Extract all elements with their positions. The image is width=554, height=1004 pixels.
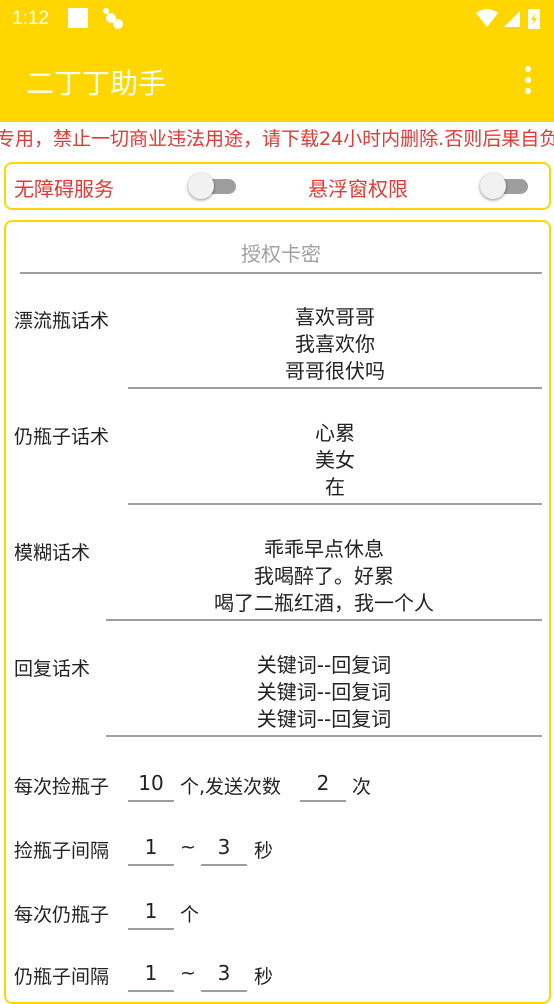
fuzzy-line: 乖乖早点休息 bbox=[264, 537, 384, 561]
pick-interval-unit: 秒 bbox=[254, 840, 274, 862]
more-options-icon[interactable] bbox=[524, 66, 532, 96]
fuzzy-script-label: 模糊话术 bbox=[14, 542, 91, 564]
throw-interval-min-input[interactable]: 1 bbox=[128, 956, 174, 992]
overlay-permission-switch[interactable] bbox=[480, 173, 530, 199]
fuzzy-line: 喝了二瓶红酒，我一个人 bbox=[214, 591, 434, 615]
throw-line: 心累 bbox=[315, 421, 355, 445]
drift-script-input[interactable]: 喜欢哥哥 我喜欢你 哥哥很伏吗 bbox=[128, 304, 542, 389]
throw-each-label: 每次仍瓶子 bbox=[14, 904, 110, 926]
drift-script-label: 漂流瓶话术 bbox=[14, 310, 110, 332]
reply-line: 关键词--回复词 bbox=[256, 707, 392, 731]
pick-interval-max-input[interactable]: 3 bbox=[201, 830, 247, 866]
pick-interval-min-input[interactable]: 1 bbox=[128, 830, 174, 866]
notice-marquee: 专用，禁止一切商业违法用途，请下载24小时内删除.否则后果自负 bbox=[0, 124, 554, 154]
reply-line: 关键词--回复词 bbox=[256, 680, 392, 704]
accessibility-service-switch[interactable] bbox=[188, 173, 238, 199]
send-times-unit: 次 bbox=[352, 776, 372, 798]
drift-line: 我喜欢你 bbox=[295, 332, 375, 356]
pick-count-input[interactable]: 10 bbox=[128, 766, 174, 802]
drift-line: 哥哥很伏吗 bbox=[285, 359, 385, 383]
reply-script-label: 回复话术 bbox=[14, 658, 91, 680]
app-title: 二丁丁助手 bbox=[26, 67, 167, 100]
status-bar: 1:12 bbox=[0, 0, 554, 40]
accessibility-service-label: 无障碍服务 bbox=[14, 177, 114, 201]
throw-script-label: 仍瓶子话术 bbox=[14, 426, 110, 448]
fuzzy-script-input[interactable]: 乖乖早点休息 我喝醉了。好累 喝了二瓶红酒，我一个人 bbox=[106, 536, 542, 621]
pick-count-unit: 个,发送次数 bbox=[180, 776, 282, 798]
throw-interval-separator: ~ bbox=[180, 962, 196, 984]
notice-text: 专用，禁止一切商业违法用途，请下载24小时内删除.否则后果自负 bbox=[0, 128, 554, 150]
system-status-icons bbox=[476, 9, 540, 29]
throw-script-input[interactable]: 心累 美女 在 bbox=[128, 420, 542, 505]
fuzzy-line: 我喝醉了。好累 bbox=[254, 564, 394, 588]
drift-line: 喜欢哥哥 bbox=[295, 305, 375, 329]
throw-each-unit: 个 bbox=[180, 904, 200, 926]
overlay-permission-label: 悬浮窗权限 bbox=[308, 177, 408, 201]
pick-count-label: 每次捡瓶子 bbox=[14, 776, 110, 798]
status-time: 1:12 bbox=[12, 8, 49, 29]
notification-square-icon bbox=[68, 8, 88, 28]
permissions-card: 无障碍服务 悬浮窗权限 bbox=[4, 162, 551, 210]
wifi-icon bbox=[476, 9, 498, 27]
auth-code-input[interactable]: 授权卡密 bbox=[20, 236, 542, 274]
reply-line: 关键词--回复词 bbox=[256, 653, 392, 677]
app-bar: 二丁丁助手 bbox=[0, 40, 554, 122]
throw-interval-unit: 秒 bbox=[254, 966, 274, 988]
send-times-input[interactable]: 2 bbox=[300, 766, 346, 802]
signal-icon bbox=[504, 11, 520, 27]
throw-interval-max-input[interactable]: 3 bbox=[201, 956, 247, 992]
pick-interval-separator: ~ bbox=[180, 836, 196, 858]
throw-each-input[interactable]: 1 bbox=[128, 894, 174, 930]
throw-interval-label: 仍瓶子间隔 bbox=[14, 966, 110, 988]
pick-interval-label: 捡瓶子间隔 bbox=[14, 840, 110, 862]
throw-line: 在 bbox=[325, 475, 345, 499]
debug-bug-icon bbox=[103, 8, 123, 29]
throw-line: 美女 bbox=[315, 448, 355, 472]
reply-script-input[interactable]: 关键词--回复词 关键词--回复词 关键词--回复词 bbox=[106, 652, 542, 737]
